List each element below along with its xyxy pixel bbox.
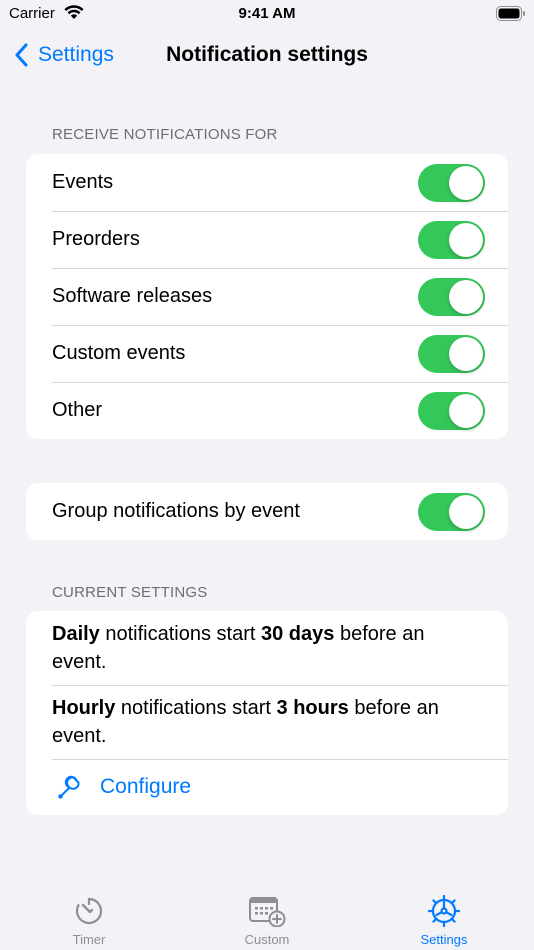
tab-label: Settings bbox=[420, 932, 468, 947]
battery-icon bbox=[496, 6, 526, 26]
section-header-receive: RECEIVE NOTIFICATIONS FOR bbox=[52, 126, 278, 143]
configure-label: Configure bbox=[100, 775, 192, 798]
section-header-current: CURRENT SETTINGS bbox=[52, 584, 208, 601]
configure-button[interactable]: Configure bbox=[26, 759, 508, 815]
tab-timer[interactable]: Timer bbox=[29, 894, 149, 947]
toggle-row-other: Other bbox=[26, 382, 508, 439]
status-bar: Carrier 9:41 AM bbox=[0, 0, 534, 30]
toggle-knob bbox=[449, 166, 483, 200]
preorders-toggle[interactable] bbox=[418, 221, 485, 259]
receive-notifications-group: Events Preorders Software releases Custo… bbox=[26, 154, 508, 439]
summary-text: notifications start bbox=[115, 697, 277, 719]
row-label: Events bbox=[52, 171, 114, 193]
toggle-knob bbox=[449, 280, 483, 314]
toggle-knob bbox=[449, 223, 483, 257]
events-toggle[interactable] bbox=[418, 164, 485, 202]
row-label: Group notifications by event bbox=[52, 500, 300, 522]
summary-text: notifications start bbox=[99, 623, 261, 645]
toggle-row-preorders: Preorders bbox=[26, 211, 508, 268]
daily-label: Daily bbox=[52, 623, 100, 645]
current-settings-group: Daily notifications start 30 days before… bbox=[26, 611, 508, 815]
calendar-add-icon bbox=[249, 897, 286, 927]
navigation-bar: Settings Notification settings bbox=[0, 38, 534, 72]
gear-icon bbox=[427, 894, 461, 928]
daily-summary: Daily notifications start 30 days before… bbox=[26, 611, 508, 685]
tab-bar: Timer Custom Settings bbox=[0, 882, 534, 950]
row-label: Preorders bbox=[52, 228, 140, 250]
custom-events-toggle[interactable] bbox=[418, 335, 485, 373]
row-label: Custom events bbox=[52, 342, 186, 364]
hourly-value: 3 hours bbox=[276, 697, 349, 719]
toggle-knob bbox=[449, 495, 483, 529]
toggle-row-custom-events: Custom events bbox=[26, 325, 508, 382]
hourly-summary: Hourly notifications start 3 hours befor… bbox=[26, 685, 508, 759]
group-notifications-group: Group notifications by event bbox=[26, 483, 508, 540]
toggle-knob bbox=[449, 337, 483, 371]
other-toggle[interactable] bbox=[418, 392, 485, 430]
tab-label: Custom bbox=[244, 932, 290, 947]
daily-value: 30 days bbox=[261, 623, 335, 645]
group-by-event-toggle[interactable] bbox=[418, 493, 485, 531]
toggle-knob bbox=[449, 394, 483, 428]
toggle-row-group-by-event: Group notifications by event bbox=[26, 483, 508, 540]
toggle-row-software-releases: Software releases bbox=[26, 268, 508, 325]
software-releases-toggle[interactable] bbox=[418, 278, 485, 316]
page-title: Notification settings bbox=[166, 43, 368, 66]
row-label: Software releases bbox=[52, 285, 213, 307]
clock: 9:41 AM bbox=[238, 5, 296, 22]
toggle-row-events: Events bbox=[26, 154, 508, 211]
hourly-label: Hourly bbox=[52, 697, 116, 719]
wrench-icon bbox=[58, 775, 80, 799]
tab-label: Timer bbox=[72, 932, 106, 947]
timer-icon bbox=[75, 897, 103, 925]
row-label: Other bbox=[52, 399, 103, 421]
tab-settings[interactable]: Settings bbox=[384, 894, 504, 947]
tab-custom[interactable]: Custom bbox=[207, 894, 327, 947]
